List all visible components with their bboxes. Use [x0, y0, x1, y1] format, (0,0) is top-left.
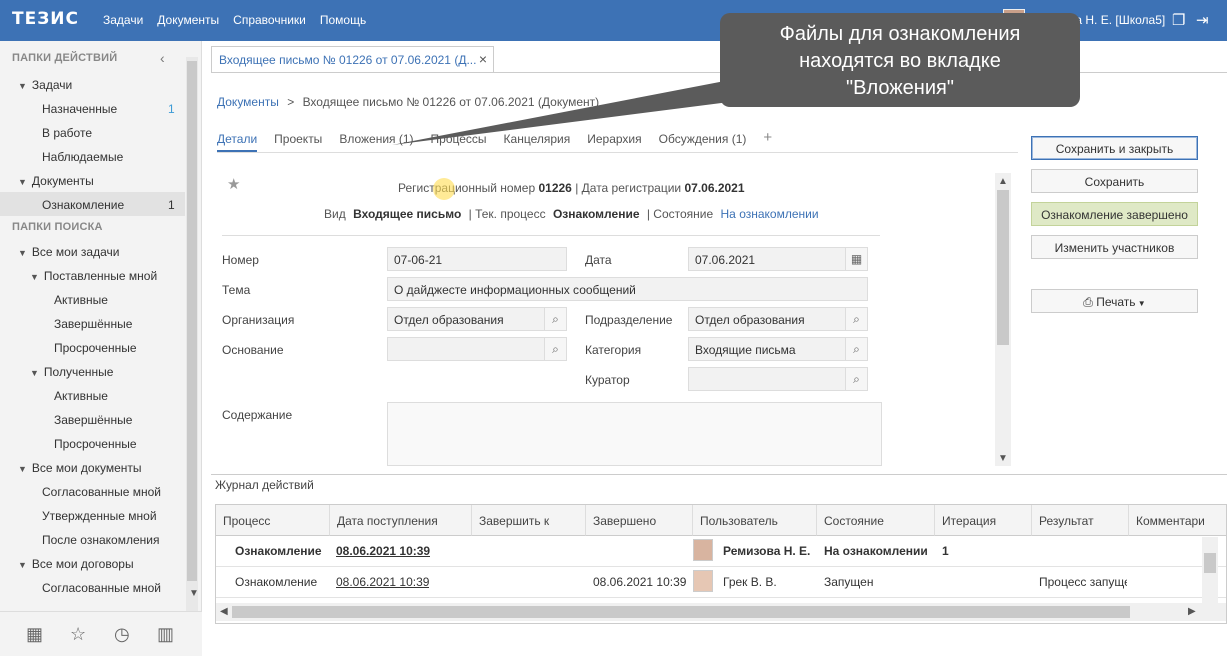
search-icon[interactable]: ⌕ [845, 308, 867, 330]
print-button[interactable]: ⎙ Печать ▼ [1031, 289, 1198, 313]
change-participants-button[interactable]: Изменить участников [1031, 235, 1198, 259]
date-label: Дата [585, 253, 612, 267]
col-state[interactable]: Состояние [817, 505, 935, 536]
printer-icon: ⎙ [1083, 295, 1097, 309]
col-due[interactable]: Завершить к [472, 505, 586, 536]
organization-field[interactable]: Отдел образования ⌕ [387, 307, 567, 331]
table-cell: 08.06.2021 10:39 [593, 575, 687, 589]
basis-field[interactable]: ⌕ [387, 337, 567, 361]
table-cell[interactable]: Ознакомление [235, 544, 322, 558]
favorite-star-icon[interactable]: ★ [227, 175, 240, 193]
col-process[interactable]: Процесс [216, 505, 330, 536]
state-link[interactable]: На ознакомлении [721, 207, 819, 221]
header-divider [222, 235, 880, 236]
familiarization-done-button[interactable]: Ознакомление завершено [1031, 202, 1198, 226]
curator-label: Куратор [585, 373, 630, 387]
caret-down-icon: ▼ [1135, 299, 1146, 308]
row-divider [216, 566, 1226, 567]
search-icon[interactable]: ⌕ [544, 308, 566, 330]
save-and-close-button[interactable]: Сохранить и закрыть [1031, 136, 1198, 160]
table-cell: Процесс запуще [1039, 575, 1127, 589]
save-button[interactable]: Сохранить [1031, 169, 1198, 193]
content-label: Содержание [222, 408, 293, 422]
date-field[interactable]: 07.06.2021 ▦ [688, 247, 868, 271]
scroll-up-icon[interactable]: ▲ [998, 176, 1008, 187]
table-cell: Грек В. В. [723, 575, 777, 589]
table-cell-link[interactable]: 08.06.2021 10:39 [336, 575, 429, 589]
table-cell: Ремизова Н. Е. [723, 544, 811, 558]
basis-label: Основание [222, 343, 284, 357]
journal-divider [211, 474, 1227, 475]
table-scroll-thumb[interactable] [1204, 553, 1216, 573]
table-cell[interactable]: Ознакомление [235, 575, 317, 589]
col-iteration[interactable]: Итерация [935, 505, 1032, 536]
number-label: Номер [222, 253, 259, 267]
subject-field[interactable]: О дайджесте информационных сообщений [387, 277, 868, 301]
journal-table: Процесс Дата поступления Завершить к Зав… [215, 504, 1227, 624]
table-cell-link[interactable]: 08.06.2021 10:39 [336, 544, 430, 558]
search-icon[interactable]: ⌕ [845, 338, 867, 360]
col-user[interactable]: Пользователь [693, 505, 817, 536]
hint-tooltip: Файлы для ознакомления находятся во вкла… [720, 13, 1080, 107]
scroll-left-icon[interactable]: ◀ [220, 606, 228, 617]
document-kind-info: Вид Входящее письмо | Тек. процесс Ознак… [324, 207, 819, 221]
category-field[interactable]: Входящие письма ⌕ [688, 337, 868, 361]
scroll-down-icon[interactable]: ▼ [998, 453, 1008, 464]
avatar [693, 570, 713, 592]
col-result[interactable]: Результат [1032, 505, 1129, 536]
search-icon[interactable]: ⌕ [845, 368, 867, 390]
calendar-icon[interactable]: ▦ [845, 248, 867, 270]
col-comment[interactable]: Комментари [1129, 505, 1226, 536]
table-cell: 1 [942, 544, 949, 558]
col-finished[interactable]: Завершено [586, 505, 693, 536]
table-hscroll-thumb[interactable] [232, 606, 1130, 618]
mouse-cursor-highlight [433, 178, 455, 200]
search-icon[interactable]: ⌕ [544, 338, 566, 360]
organization-label: Организация [222, 313, 295, 327]
scroll-right-icon[interactable]: ▶ [1188, 606, 1196, 617]
form-scroll-thumb[interactable] [997, 190, 1009, 345]
journal-title: Журнал действий [215, 478, 314, 492]
avatar [693, 539, 713, 561]
subject-label: Тема [222, 283, 251, 297]
col-received-date[interactable]: Дата поступления [330, 505, 472, 536]
division-label: Подразделение [585, 313, 673, 327]
number-field[interactable]: 07-06-21 [387, 247, 567, 271]
division-field[interactable]: Отдел образования ⌕ [688, 307, 868, 331]
content-textarea[interactable] [387, 402, 882, 466]
curator-field[interactable]: ⌕ [688, 367, 868, 391]
table-cell: Запущен [824, 575, 874, 589]
table-cell: На ознакомлении [824, 544, 928, 558]
category-label: Категория [585, 343, 642, 357]
row-divider [216, 597, 1226, 598]
